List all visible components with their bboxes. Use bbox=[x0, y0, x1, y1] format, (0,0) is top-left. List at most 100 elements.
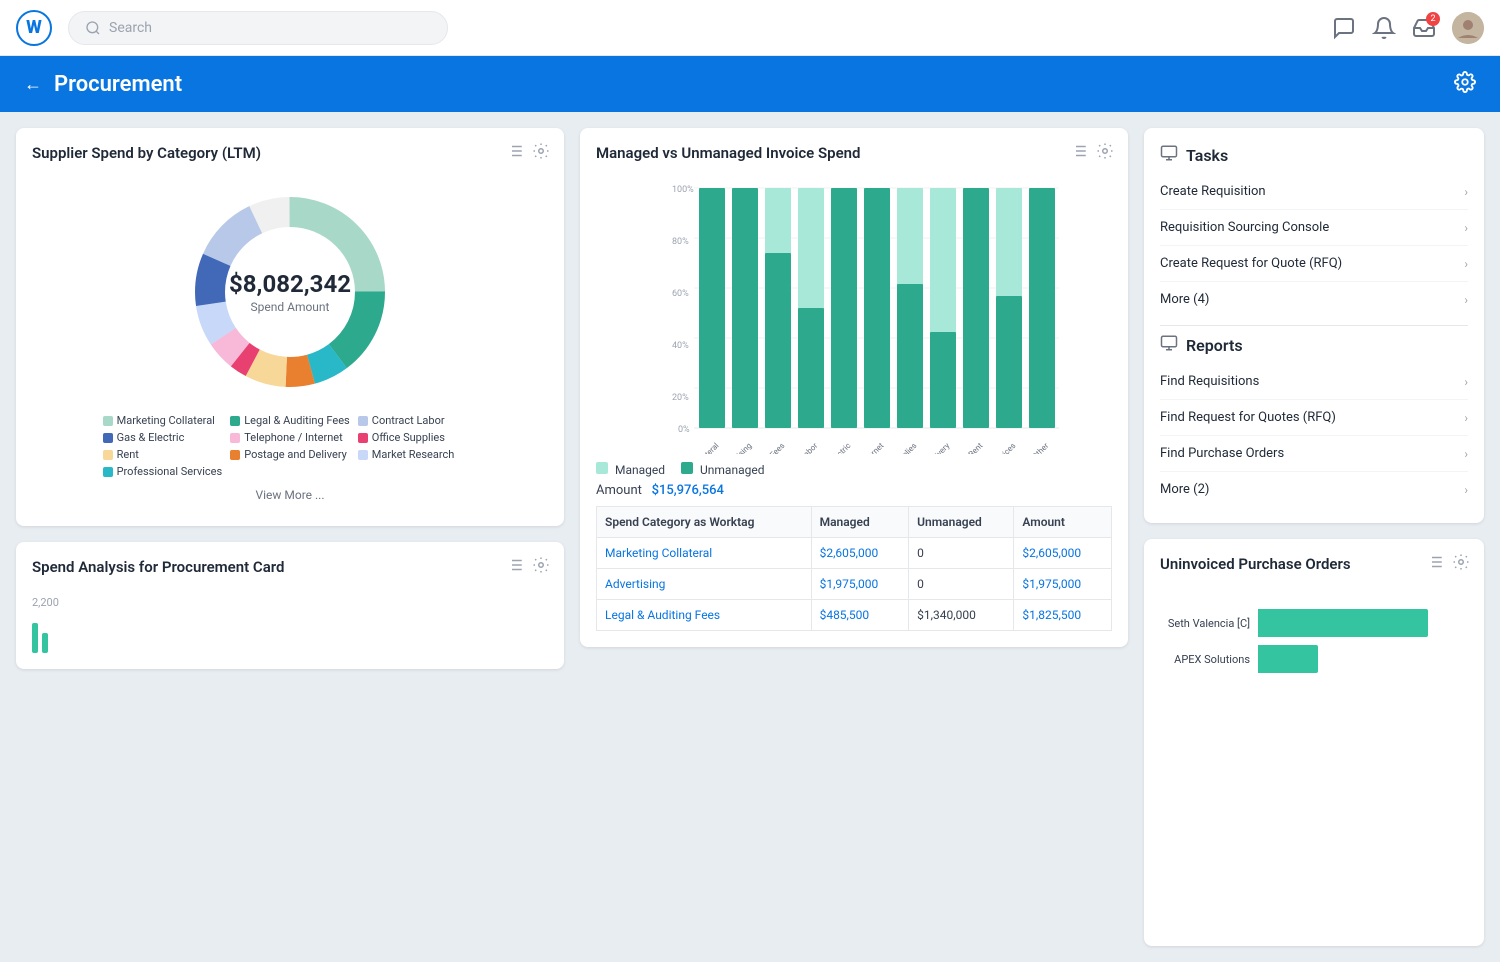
managed-spend-title: Managed vs Unmanaged Invoice Spend bbox=[596, 144, 1112, 162]
donut-label: Spend Amount bbox=[229, 300, 351, 314]
filter-icon4[interactable] bbox=[1426, 553, 1444, 571]
col-managed: Managed bbox=[811, 507, 909, 538]
logo-letter: W bbox=[26, 17, 42, 38]
back-button[interactable]: ← bbox=[24, 74, 42, 95]
amount-label: Amount bbox=[596, 483, 642, 498]
uninvoiced-bar: Seth Valencia [C] bbox=[1160, 609, 1468, 637]
uninvoiced-bars: Seth Valencia [C] APEX Solutions bbox=[1160, 609, 1468, 673]
managed-spend-card: Managed vs Unmanaged Invoice Spend 100% … bbox=[580, 128, 1128, 647]
main-content: Supplier Spend by Category (LTM) bbox=[0, 112, 1500, 962]
managed-legend: Managed bbox=[596, 462, 665, 477]
right-column: Tasks Create Requisition›Requisition Sou… bbox=[1144, 128, 1484, 946]
report-item[interactable]: Find Purchase Orders› bbox=[1160, 436, 1468, 472]
spend-table: Spend Category as Worktag Managed Unmana… bbox=[596, 506, 1112, 631]
notification-icon[interactable] bbox=[1372, 16, 1396, 40]
gear-icon4[interactable] bbox=[1452, 553, 1470, 571]
svg-text:Advertising: Advertising bbox=[719, 441, 754, 454]
task-item[interactable]: Requisition Sourcing Console› bbox=[1160, 210, 1468, 246]
view-more-link[interactable]: View More ... bbox=[255, 488, 324, 502]
gear-icon[interactable] bbox=[532, 142, 550, 160]
unmanaged-color bbox=[681, 462, 693, 474]
managed-icons bbox=[1070, 142, 1114, 160]
unmanaged-label: Unmanaged bbox=[700, 463, 764, 477]
supplier-spend-card: Supplier Spend by Category (LTM) bbox=[16, 128, 564, 526]
bar-chart: 100% 80% 60% 40% 20% 0% bbox=[596, 174, 1112, 454]
settings-button[interactable] bbox=[1454, 71, 1476, 97]
col-category: Spend Category as Worktag bbox=[597, 507, 812, 538]
svg-text:80%: 80% bbox=[672, 237, 689, 247]
middle-column: Managed vs Unmanaged Invoice Spend 100% … bbox=[580, 128, 1128, 946]
workday-logo[interactable]: W bbox=[16, 10, 52, 46]
legend-item: Office Supplies bbox=[358, 431, 478, 444]
legend-item: Rent bbox=[103, 448, 223, 461]
message-icon[interactable] bbox=[1332, 16, 1356, 40]
section-divider bbox=[1160, 325, 1468, 326]
header-banner: ← Procurement bbox=[0, 56, 1500, 112]
amount-value: $15,976,564 bbox=[652, 483, 724, 498]
reports-label: Reports bbox=[1186, 336, 1243, 355]
legend-item: Telephone / Internet bbox=[230, 431, 350, 444]
search-bar[interactable]: Search bbox=[68, 11, 448, 45]
managed-label: Managed bbox=[615, 463, 665, 477]
report-item[interactable]: Find Requisitions› bbox=[1160, 364, 1468, 400]
filter-icon3[interactable] bbox=[1070, 142, 1088, 160]
legend-item: Postage and Delivery bbox=[230, 448, 350, 461]
tasks-list: Create Requisition›Requisition Sourcing … bbox=[1160, 174, 1468, 317]
spend-analysis-card: Spend Analysis for Procurement Card 2,20… bbox=[16, 542, 564, 669]
page-title: Procurement bbox=[54, 72, 182, 97]
legend-item: Legal & Auditing Fees bbox=[230, 414, 350, 427]
spend-analysis-yval: 2,200 bbox=[32, 596, 548, 609]
reports-header: Reports bbox=[1160, 334, 1468, 356]
card-icons bbox=[506, 142, 550, 160]
top-nav: W Search 2 bbox=[0, 0, 1500, 56]
svg-text:60%: 60% bbox=[672, 289, 689, 299]
uninvoiced-card: Uninvoiced Purchase Orders Seth Valencia… bbox=[1144, 539, 1484, 946]
svg-text:40%: 40% bbox=[672, 341, 689, 351]
legend-item: Market Research bbox=[358, 448, 478, 461]
bar-chart-svg: 100% 80% 60% 40% 20% 0% bbox=[596, 174, 1112, 454]
unmanaged-legend: Unmanaged bbox=[681, 462, 764, 477]
filter-icon2[interactable] bbox=[506, 556, 524, 574]
donut-center: $8,082,342 Spend Amount bbox=[229, 270, 351, 314]
chart-legend: Managed Unmanaged bbox=[596, 462, 1112, 477]
legend-item: Marketing Collateral bbox=[103, 414, 223, 427]
search-icon bbox=[85, 20, 101, 36]
supplier-spend-title: Supplier Spend by Category (LTM) bbox=[32, 144, 548, 162]
col-amount: Amount bbox=[1014, 507, 1112, 538]
managed-color bbox=[596, 462, 608, 474]
donut-amount: $8,082,342 bbox=[229, 270, 351, 298]
spend-analysis-icons bbox=[506, 556, 550, 574]
search-placeholder: Search bbox=[109, 20, 152, 36]
svg-text:Marketing Collateral: Marketing Collateral bbox=[664, 441, 721, 454]
filter-icon[interactable] bbox=[506, 142, 524, 160]
legend-item: Contract Labor bbox=[358, 414, 478, 427]
svg-text:Other: Other bbox=[1030, 441, 1050, 454]
svg-text:Rent: Rent bbox=[967, 441, 985, 454]
report-item[interactable]: Find Request for Quotes (RFQ)› bbox=[1160, 400, 1468, 436]
user-avatar[interactable] bbox=[1452, 12, 1484, 44]
reports-icon bbox=[1160, 334, 1178, 356]
col-unmanaged: Unmanaged bbox=[909, 507, 1014, 538]
amount-row: Amount $15,976,564 bbox=[596, 483, 1112, 498]
gear-icon3[interactable] bbox=[1096, 142, 1114, 160]
table-row: Legal & Auditing Fees $485,500 $1,340,00… bbox=[597, 600, 1112, 631]
uninvoiced-bar: APEX Solutions bbox=[1160, 645, 1468, 673]
gear-icon2[interactable] bbox=[532, 556, 550, 574]
tasks-icon bbox=[1160, 144, 1178, 166]
task-item[interactable]: More (4)› bbox=[1160, 282, 1468, 317]
inbox-icon[interactable]: 2 bbox=[1412, 16, 1436, 40]
donut-legend: Marketing Collateral Legal & Auditing Fee… bbox=[103, 414, 478, 478]
task-item[interactable]: Create Requisition› bbox=[1160, 174, 1468, 210]
tasks-reports-card: Tasks Create Requisition›Requisition Sou… bbox=[1144, 128, 1484, 523]
table-row: Marketing Collateral $2,605,000 0 $2,605… bbox=[597, 538, 1112, 569]
report-item[interactable]: More (2)› bbox=[1160, 472, 1468, 507]
legend-item: Gas & Electric bbox=[103, 431, 223, 444]
donut-chart: $8,082,342 Spend Amount bbox=[180, 182, 400, 402]
left-column: Supplier Spend by Category (LTM) bbox=[16, 128, 564, 946]
svg-text:100%: 100% bbox=[672, 185, 694, 195]
uninvoiced-icons bbox=[1426, 553, 1470, 571]
tasks-label: Tasks bbox=[1186, 146, 1228, 165]
task-item[interactable]: Create Request for Quote (RFQ)› bbox=[1160, 246, 1468, 282]
tasks-header: Tasks bbox=[1160, 144, 1468, 166]
nav-icons: 2 bbox=[1332, 12, 1484, 44]
